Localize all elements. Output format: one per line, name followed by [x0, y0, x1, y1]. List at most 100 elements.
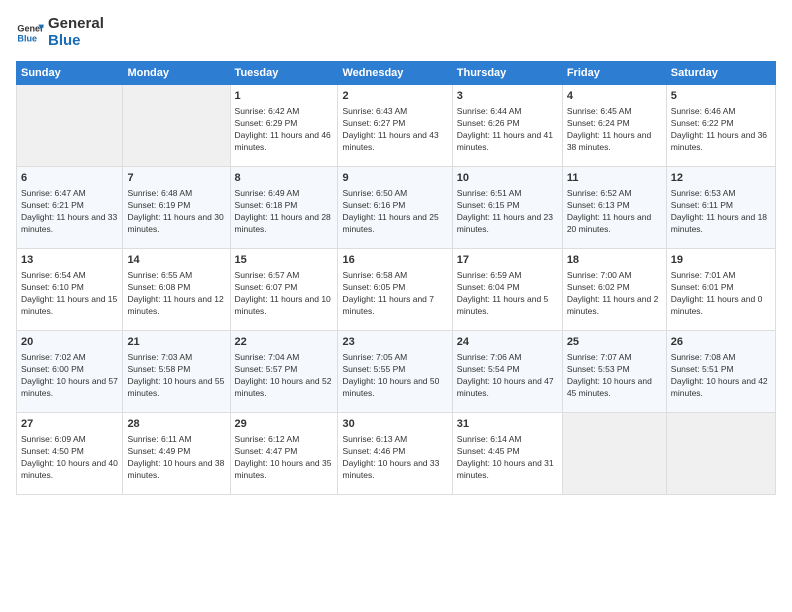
cell-content: Sunset: 6:29 PM [235, 118, 334, 130]
cell-content: Sunset: 6:24 PM [567, 118, 662, 130]
cell-content: Daylight: 11 hours and 2 minutes. [567, 294, 662, 318]
weekday-header: Thursday [452, 62, 562, 85]
cell-content: Daylight: 11 hours and 18 minutes. [671, 212, 771, 236]
day-number: 10 [457, 171, 558, 186]
weekday-header: Friday [562, 62, 666, 85]
cell-content: Sunset: 6:10 PM [21, 282, 118, 294]
cell-content: Sunset: 5:53 PM [567, 364, 662, 376]
header-row: SundayMondayTuesdayWednesdayThursdayFrid… [17, 62, 776, 85]
cell-content: Sunrise: 6:48 AM [127, 188, 225, 200]
cell-content: Daylight: 11 hours and 5 minutes. [457, 294, 558, 318]
day-number: 26 [671, 335, 771, 350]
day-number: 27 [21, 417, 118, 432]
cell-content: Sunset: 6:00 PM [21, 364, 118, 376]
cell-content: Sunset: 6:27 PM [342, 118, 447, 130]
calendar-cell [123, 85, 230, 167]
calendar-cell: 10Sunrise: 6:51 AMSunset: 6:15 PMDayligh… [452, 167, 562, 249]
cell-content: Daylight: 10 hours and 45 minutes. [567, 376, 662, 400]
cell-content: Sunset: 4:49 PM [127, 446, 225, 458]
cell-content: Daylight: 11 hours and 15 minutes. [21, 294, 118, 318]
day-number: 8 [235, 171, 334, 186]
cell-content: Sunset: 6:13 PM [567, 200, 662, 212]
cell-content: Daylight: 11 hours and 46 minutes. [235, 130, 334, 154]
day-number: 31 [457, 417, 558, 432]
cell-content: Daylight: 11 hours and 20 minutes. [567, 212, 662, 236]
calendar-cell: 3Sunrise: 6:44 AMSunset: 6:26 PMDaylight… [452, 85, 562, 167]
logo-text-general: General [48, 16, 104, 33]
cell-content: Sunset: 6:19 PM [127, 200, 225, 212]
cell-content: Daylight: 10 hours and 42 minutes. [671, 376, 771, 400]
day-number: 29 [235, 417, 334, 432]
day-number: 9 [342, 171, 447, 186]
cell-content: Daylight: 10 hours and 57 minutes. [21, 376, 118, 400]
day-number: 17 [457, 253, 558, 268]
calendar-cell: 9 Sunrise: 6:50 AMSunset: 6:16 PMDaylight… [338, 167, 452, 249]
cell-content: Sunset: 6:21 PM [21, 200, 118, 212]
cell-content: Daylight: 11 hours and 38 minutes. [567, 130, 662, 154]
cell-content: Sunset: 4:46 PM [342, 446, 447, 458]
cell-content: Sunset: 6:18 PM [235, 200, 334, 212]
calendar-cell: 2Sunrise: 6:43 AMSunset: 6:27 PMDaylight… [338, 85, 452, 167]
cell-content: Sunrise: 7:07 AM [567, 352, 662, 364]
cell-content: Daylight: 11 hours and 0 minutes. [671, 294, 771, 318]
calendar-table: SundayMondayTuesdayWednesdayThursdayFrid… [16, 61, 776, 495]
calendar-cell: 5Sunrise: 6:46 AMSunset: 6:22 PMDaylight… [666, 85, 775, 167]
cell-content: Sunset: 6:07 PM [235, 282, 334, 294]
day-number: 19 [671, 253, 771, 268]
cell-content: Daylight: 11 hours and 10 minutes. [235, 294, 334, 318]
calendar-cell: 4Sunrise: 6:45 AMSunset: 6:24 PMDaylight… [562, 85, 666, 167]
day-number: 11 [567, 171, 662, 186]
cell-content: Sunset: 6:02 PM [567, 282, 662, 294]
calendar-cell: 20Sunrise: 7:02 AMSunset: 6:00 PMDayligh… [17, 331, 123, 413]
cell-content: Daylight: 11 hours and 12 minutes. [127, 294, 225, 318]
calendar-header: SundayMondayTuesdayWednesdayThursdayFrid… [17, 62, 776, 85]
page-header: General Blue General Blue [16, 16, 776, 49]
cell-content: Daylight: 10 hours and 47 minutes. [457, 376, 558, 400]
day-number: 13 [21, 253, 118, 268]
cell-content: Sunset: 6:26 PM [457, 118, 558, 130]
cell-content: Sunrise: 6:51 AM [457, 188, 558, 200]
cell-content: Daylight: 10 hours and 35 minutes. [235, 458, 334, 482]
calendar-cell: 22Sunrise: 7:04 AMSunset: 5:57 PMDayligh… [230, 331, 338, 413]
day-number: 24 [457, 335, 558, 350]
cell-content: Daylight: 11 hours and 25 minutes. [342, 212, 447, 236]
cell-content: Sunrise: 7:06 AM [457, 352, 558, 364]
cell-content: Sunrise: 6:44 AM [457, 106, 558, 118]
calendar-cell: 12Sunrise: 6:53 AMSunset: 6:11 PMDayligh… [666, 167, 775, 249]
cell-content: Sunset: 6:16 PM [342, 200, 447, 212]
cell-content: Daylight: 11 hours and 33 minutes. [21, 212, 118, 236]
cell-content: Sunrise: 7:08 AM [671, 352, 771, 364]
cell-content: Sunrise: 6:50 AM [342, 188, 447, 200]
cell-content: Sunrise: 7:03 AM [127, 352, 225, 364]
logo: General Blue General Blue [16, 16, 104, 49]
weekday-header: Tuesday [230, 62, 338, 85]
calendar-cell: 28Sunrise: 6:11 AMSunset: 4:49 PMDayligh… [123, 413, 230, 495]
cell-content: Daylight: 10 hours and 50 minutes. [342, 376, 447, 400]
day-number: 7 [127, 171, 225, 186]
weekday-header: Sunday [17, 62, 123, 85]
cell-content: Daylight: 11 hours and 28 minutes. [235, 212, 334, 236]
calendar-cell: 27Sunrise: 6:09 AMSunset: 4:50 PMDayligh… [17, 413, 123, 495]
cell-content: Sunset: 6:04 PM [457, 282, 558, 294]
cell-content: Daylight: 11 hours and 23 minutes. [457, 212, 558, 236]
day-number: 1 [235, 89, 334, 104]
cell-content: Daylight: 11 hours and 7 minutes. [342, 294, 447, 318]
calendar-cell: 1Sunrise: 6:42 AMSunset: 6:29 PMDaylight… [230, 85, 338, 167]
cell-content: Daylight: 10 hours and 33 minutes. [342, 458, 447, 482]
day-number: 21 [127, 335, 225, 350]
cell-content: Sunrise: 7:01 AM [671, 270, 771, 282]
cell-content: Daylight: 10 hours and 31 minutes. [457, 458, 558, 482]
cell-content: Sunrise: 6:53 AM [671, 188, 771, 200]
calendar-cell [17, 85, 123, 167]
cell-content: Daylight: 11 hours and 43 minutes. [342, 130, 447, 154]
cell-content: Sunset: 5:58 PM [127, 364, 225, 376]
cell-content: Daylight: 10 hours and 40 minutes. [21, 458, 118, 482]
cell-content: Sunrise: 6:58 AM [342, 270, 447, 282]
calendar-cell: 8Sunrise: 6:49 AMSunset: 6:18 PMDaylight… [230, 167, 338, 249]
calendar-cell: 26Sunrise: 7:08 AMSunset: 5:51 PMDayligh… [666, 331, 775, 413]
cell-content: Sunrise: 6:14 AM [457, 434, 558, 446]
calendar-week-row: 1Sunrise: 6:42 AMSunset: 6:29 PMDaylight… [17, 85, 776, 167]
calendar-cell [562, 413, 666, 495]
day-number: 25 [567, 335, 662, 350]
cell-content: Sunrise: 7:04 AM [235, 352, 334, 364]
